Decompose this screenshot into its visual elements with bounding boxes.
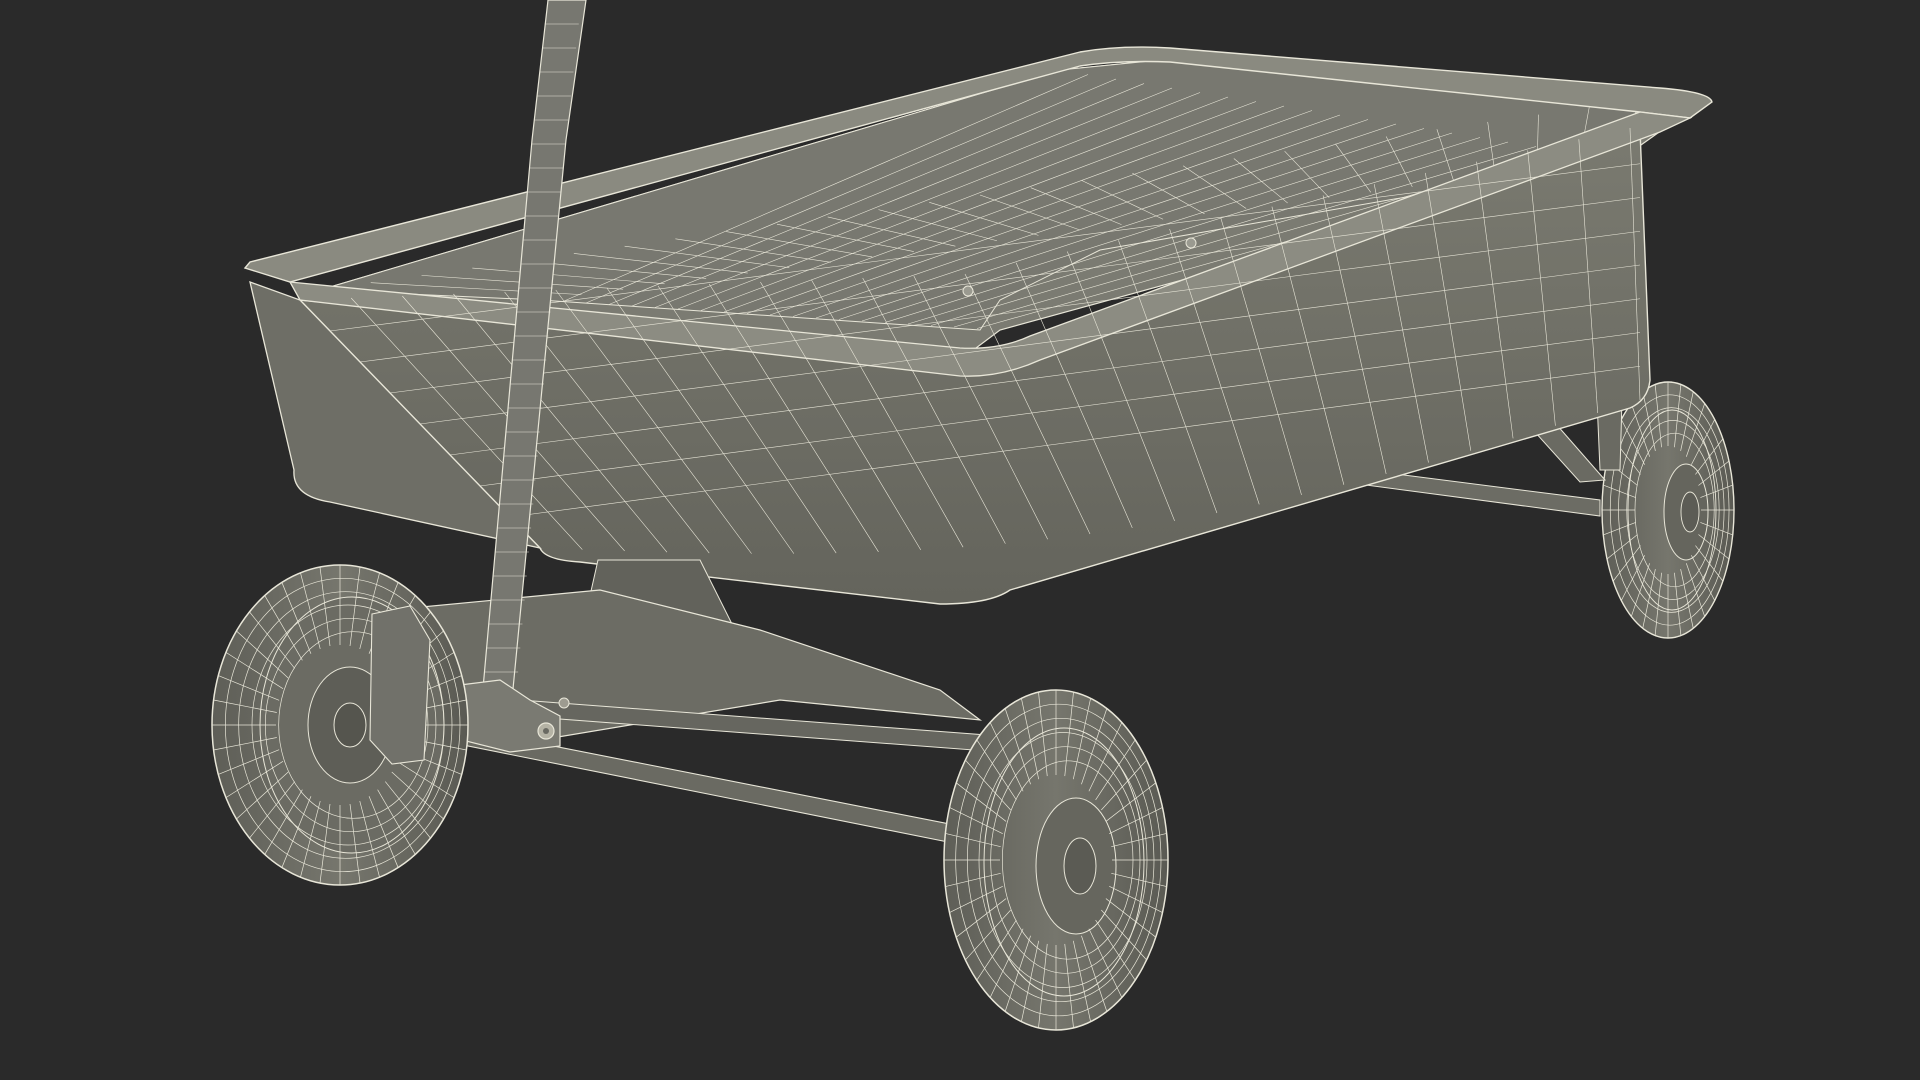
axle-bracket xyxy=(369,605,431,765)
pivot-bolt xyxy=(558,697,570,709)
front-right-wheel xyxy=(943,689,1169,1031)
front-left-wheel xyxy=(211,564,469,886)
wagon-render xyxy=(0,0,1920,1080)
render-viewport xyxy=(0,0,1920,1080)
floor-bolt xyxy=(1185,237,1197,249)
